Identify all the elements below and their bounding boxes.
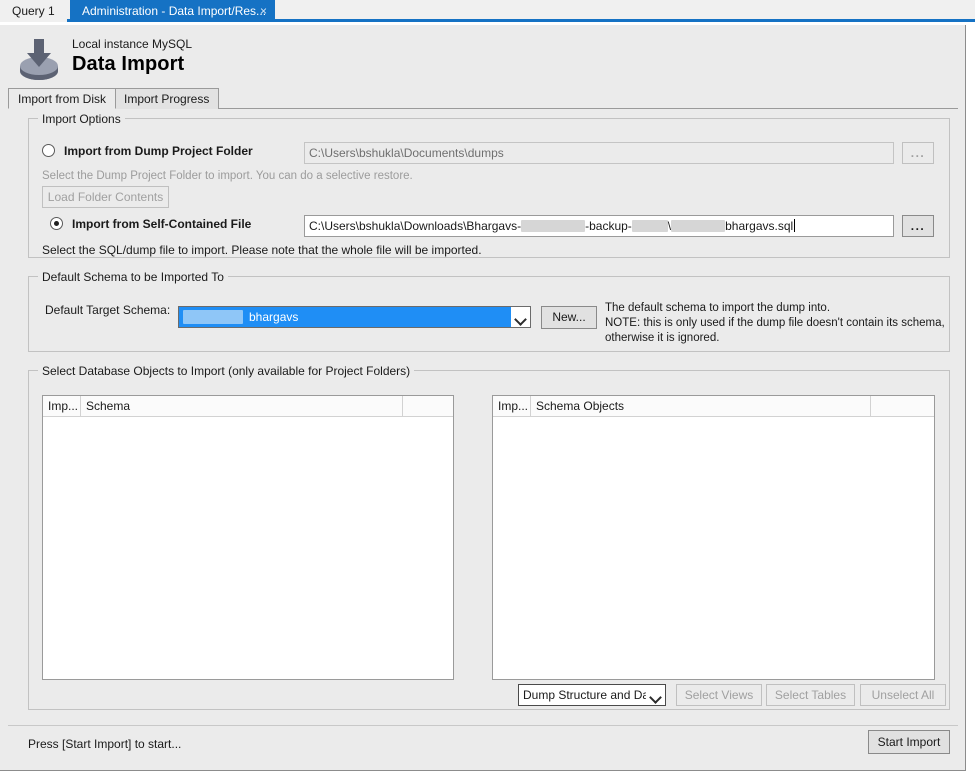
schema-list[interactable]: Imp... Schema [42,395,454,680]
chevron-down-icon[interactable] [511,307,530,327]
text-caret [794,219,795,232]
right-gutter [966,25,975,771]
default-target-schema-select[interactable]: bhargavs [178,306,531,328]
data-import-window: Query 1 Administration - Data Import/Res… [0,0,975,771]
self-contained-file-path-input[interactable]: C:\Users\bshukla\Downloads\Bhargavs- -bac… [304,215,894,237]
redaction-block-1 [521,220,585,232]
page-title: Data Import [72,53,184,76]
default-target-schema-label: Default Target Schema: [45,303,170,317]
page-body: Local instance MySQL Data Import Import … [0,25,966,771]
schema-list-column-import[interactable]: Imp... [43,396,81,416]
default-schema-help-line-3: otherwise it is ignored. [605,332,719,344]
tab-import-from-disk[interactable]: Import from Disk [8,88,116,109]
radio-label-dump-folder: Import from Dump Project Folder [64,144,253,158]
chevron-down-icon[interactable] [646,685,665,705]
editor-tab-strip: Query 1 Administration - Data Import/Res… [0,0,975,22]
radio-import-from-dump-folder[interactable] [42,144,55,157]
database-objects-title: Select Database Objects to Import (only … [38,364,414,378]
schema-objects-list[interactable]: Imp... Schema Objects [492,395,935,680]
schema-objects-list-header: Imp... Schema Objects [493,396,934,417]
file-path-suffix: bhargavs.sql [725,219,793,233]
radio-import-from-self-contained-file[interactable] [50,217,63,230]
redaction-block-3 [671,220,725,232]
dump-folder-path-value: C:\Users\bshukla\Documents\dumps [309,146,504,160]
import-options-title: Import Options [38,112,125,126]
dump-folder-hint: Select the Dump Project Folder to import… [42,170,413,182]
data-import-icon [12,33,66,87]
schema-list-column-schema[interactable]: Schema [81,396,403,416]
editor-tab-query-1[interactable]: Query 1 [0,0,67,22]
tab-label: Import Progress [124,92,209,106]
page-tab-bar: Import from Disk Import Progress [8,88,958,109]
default-schema-title: Default Schema to be Imported To [38,270,228,284]
dump-type-value: Dump Structure and Dat [519,685,646,705]
radio-label-self-contained-file: Import from Self-Contained File [72,217,251,231]
schema-objects-column-spacer[interactable] [871,396,934,416]
schema-objects-list-body[interactable] [493,417,934,679]
file-path-prefix: C:\Users\bshukla\Downloads\Bhargavs- [309,219,521,233]
default-target-schema-value-wrap: bhargavs [179,307,511,327]
redaction-block-schema [183,310,243,324]
schema-objects-column-name[interactable]: Schema Objects [531,396,871,416]
dump-folder-path-input[interactable]: C:\Users\bshukla\Documents\dumps [304,142,894,164]
footer-divider [8,725,958,726]
tab-label: Import from Disk [18,92,106,106]
new-schema-button[interactable]: New... [541,306,597,329]
unselect-all-button[interactable]: Unselect All [860,684,946,706]
dump-folder-browse-button[interactable]: ... [902,142,934,164]
redaction-block-2 [632,220,668,232]
status-text: Press [Start Import] to start... [28,737,181,751]
self-contained-file-browse-button[interactable]: ... [902,215,934,237]
default-schema-help-line-1: The default schema to import the dump in… [605,302,830,314]
self-contained-file-hint: Select the SQL/dump file to import. Plea… [42,243,482,257]
close-icon[interactable]: × [260,0,267,22]
default-target-schema-value: bhargavs [249,310,298,324]
editor-tab-label: Query 1 [12,4,55,18]
default-schema-help-line-2: NOTE: this is only used if the dump file… [605,317,945,329]
radio-selected-dot [54,221,59,226]
editor-tab-label: Administration - Data Import/Res... [82,4,266,18]
schema-list-header: Imp... Schema [43,396,453,417]
start-import-button[interactable]: Start Import [868,730,950,754]
load-folder-contents-button[interactable]: Load Folder Contents [42,186,169,208]
dump-type-select[interactable]: Dump Structure and Dat [518,684,666,706]
instance-label: Local instance MySQL [72,37,192,51]
select-views-button[interactable]: Select Views [676,684,762,706]
select-tables-button[interactable]: Select Tables [766,684,855,706]
schema-objects-column-import[interactable]: Imp... [493,396,531,416]
schema-list-column-spacer[interactable] [403,396,453,416]
editor-tab-administration[interactable]: Administration - Data Import/Res... × [70,0,275,22]
schema-list-body[interactable] [43,417,453,679]
tab-import-progress[interactable]: Import Progress [114,88,219,109]
file-path-mid: -backup- [585,219,632,233]
